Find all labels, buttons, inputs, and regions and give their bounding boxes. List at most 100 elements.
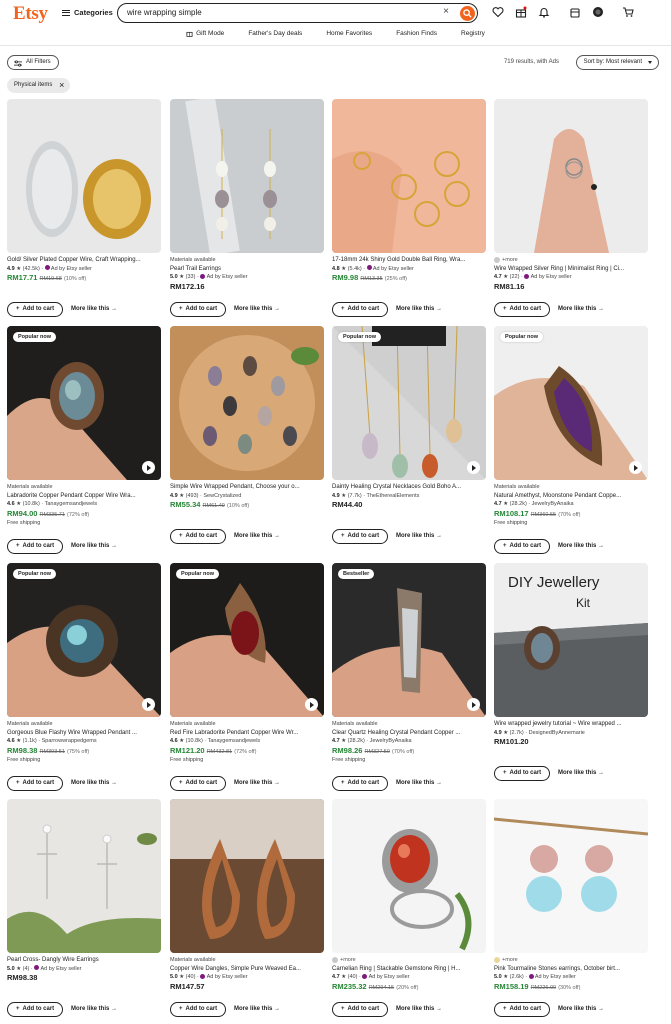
product-title[interactable]: Red Fire Labradorite Pendant Copper Wire… (170, 729, 324, 738)
product-title[interactable]: Clear Quartz Healing Crystal Pendant Cop… (332, 729, 486, 738)
more-like-this-link[interactable]: More like this (558, 543, 604, 549)
filter-chip-physical-items[interactable]: Physical items × (7, 78, 71, 93)
categories-button[interactable]: Categories (62, 8, 113, 17)
add-to-cart-button[interactable]: Add to cart (332, 529, 388, 544)
add-to-cart-button[interactable]: Add to cart (494, 766, 550, 781)
shop-manager-icon[interactable] (569, 6, 581, 18)
add-to-cart-button[interactable]: Add to cart (494, 539, 550, 554)
product-title[interactable]: Wire wrapped jewelry tutorial ~ Wire wra… (494, 720, 648, 729)
product-title[interactable]: Copper Wire Dangles, Simple Pure Weaved … (170, 965, 324, 974)
more-like-this-link[interactable]: More like this (396, 306, 442, 312)
more-like-this-link[interactable]: More like this (558, 770, 604, 776)
more-variants[interactable]: +more (494, 956, 648, 965)
play-video-icon[interactable] (142, 698, 155, 711)
product-image[interactable] (494, 799, 648, 953)
product-image[interactable]: Bestseller (332, 563, 486, 717)
play-video-icon[interactable] (142, 461, 155, 474)
product-image[interactable] (170, 99, 324, 253)
nav-registry[interactable]: Registry (461, 30, 485, 37)
product-image[interactable]: DIY Jewellery Kit (494, 563, 648, 717)
product-image[interactable]: Popular now (170, 563, 324, 717)
product-title[interactable]: Natural Amethyst, Moonstone Pendant Copp… (494, 492, 648, 501)
current-price: RM44.40 (332, 500, 363, 509)
gift-icon[interactable] (515, 6, 527, 18)
nav-fashion-finds[interactable]: Fashion Finds (396, 30, 437, 37)
more-like-this-link[interactable]: More like this (71, 543, 117, 549)
search-bar[interactable]: wire wrapping simple × (117, 3, 478, 23)
more-like-this-link[interactable]: More like this (396, 780, 442, 786)
cart-icon[interactable] (622, 6, 634, 18)
more-like-this-link[interactable]: More like this (396, 1006, 442, 1012)
product-title[interactable]: Labradorite Copper Pendant Copper Wire W… (7, 492, 161, 501)
product-photo (170, 799, 324, 953)
add-to-cart-button[interactable]: Add to cart (170, 302, 226, 317)
search-input[interactable]: wire wrapping simple (127, 8, 202, 17)
notifications-bell-icon[interactable] (538, 6, 550, 18)
more-variants[interactable]: +more (332, 956, 486, 965)
more-variants[interactable]: +more (494, 256, 648, 265)
product-image[interactable] (332, 799, 486, 953)
product-image[interactable] (7, 799, 161, 953)
more-like-this-link[interactable]: More like this (71, 780, 117, 786)
add-to-cart-button[interactable]: Add to cart (332, 302, 388, 317)
product-image[interactable] (332, 99, 486, 253)
nav-fathers-day[interactable]: Father's Day deals (248, 30, 302, 37)
price-row: RM98.38 (7, 973, 161, 983)
more-like-this-link[interactable]: More like this (234, 533, 280, 539)
remove-filter-icon[interactable]: × (59, 80, 64, 90)
product-image[interactable]: Popular now (7, 563, 161, 717)
search-button[interactable] (460, 5, 475, 21)
more-like-this-link[interactable]: More like this (71, 1006, 117, 1012)
product-title[interactable]: Gorgeous Blue Flashy Wire Wrapped Pendan… (7, 729, 161, 738)
favorites-heart-icon[interactable] (492, 6, 504, 18)
product-image[interactable] (170, 799, 324, 953)
product-image[interactable]: Popular now (494, 326, 648, 480)
add-to-cart-button[interactable]: Add to cart (7, 1002, 63, 1017)
product-image[interactable]: Popular now (7, 326, 161, 480)
product-image[interactable] (7, 99, 161, 253)
product-image[interactable]: Popular now (332, 326, 486, 480)
play-video-icon[interactable] (629, 461, 642, 474)
more-like-this-link[interactable]: More like this (234, 1006, 280, 1012)
play-video-icon[interactable] (467, 698, 480, 711)
play-video-icon[interactable] (305, 698, 318, 711)
product-title[interactable]: Pearl Cross- Dangly Wire Earrings (7, 956, 161, 965)
add-to-cart-button[interactable]: Add to cart (332, 776, 388, 791)
etsy-logo[interactable]: Etsy (13, 3, 48, 25)
more-like-this-link[interactable]: More like this (234, 780, 280, 786)
add-to-cart-button[interactable]: Add to cart (494, 302, 550, 317)
more-like-this-link[interactable]: More like this (558, 306, 604, 312)
account-avatar-icon[interactable] (592, 6, 604, 18)
discount: (10% off) (63, 276, 87, 282)
product-image[interactable] (494, 99, 648, 253)
product-image[interactable] (170, 326, 324, 480)
product-title[interactable]: Wire Wrapped Silver Ring | Minimalist Ri… (494, 265, 648, 274)
more-like-this-link[interactable]: More like this (71, 306, 117, 312)
product-title[interactable]: 17-18mm 24k Shiny Gold Double Ball Ring,… (332, 256, 486, 265)
seller-name: Sparrowwrappedgems (41, 738, 97, 744)
add-to-cart-button[interactable]: Add to cart (7, 539, 63, 554)
product-title[interactable]: Gold/ Silver Plated Copper Wire, Craft W… (7, 256, 161, 265)
product-title[interactable]: Simple Wire Wrapped Pendant, Choose your… (170, 483, 324, 492)
clear-search-icon[interactable]: × (443, 6, 449, 17)
more-like-this-link[interactable]: More like this (234, 306, 280, 312)
more-like-this-link[interactable]: More like this (396, 533, 442, 539)
sort-dropdown[interactable]: Sort by: Most relevant (575, 55, 659, 70)
add-to-cart-button[interactable]: Add to cart (7, 302, 63, 317)
more-like-this-link[interactable]: More like this (558, 1006, 604, 1012)
all-filters-button[interactable]: All Filters (7, 55, 59, 70)
add-to-cart-button[interactable]: Add to cart (170, 529, 226, 544)
nav-home-favorites[interactable]: Home Favorites (326, 30, 372, 37)
add-to-cart-button[interactable]: Add to cart (332, 1002, 388, 1017)
product-info: Materials available Red Fire Labradorite … (170, 720, 324, 765)
add-to-cart-button[interactable]: Add to cart (7, 776, 63, 791)
product-title[interactable]: Pink Tourmaline Stones earrings, October… (494, 965, 648, 974)
add-to-cart-button[interactable]: Add to cart (170, 1002, 226, 1017)
product-title[interactable]: Pearl Trail Earrings (170, 265, 324, 274)
nav-gift-mode[interactable]: Gift Mode (186, 30, 224, 37)
add-to-cart-button[interactable]: Add to cart (170, 776, 226, 791)
product-title[interactable]: Dainty Healing Crystal Necklaces Gold Bo… (332, 483, 486, 492)
product-title[interactable]: Carnelian Ring | Stackable Gemstone Ring… (332, 965, 486, 974)
play-video-icon[interactable] (467, 461, 480, 474)
add-to-cart-button[interactable]: Add to cart (494, 1002, 550, 1017)
